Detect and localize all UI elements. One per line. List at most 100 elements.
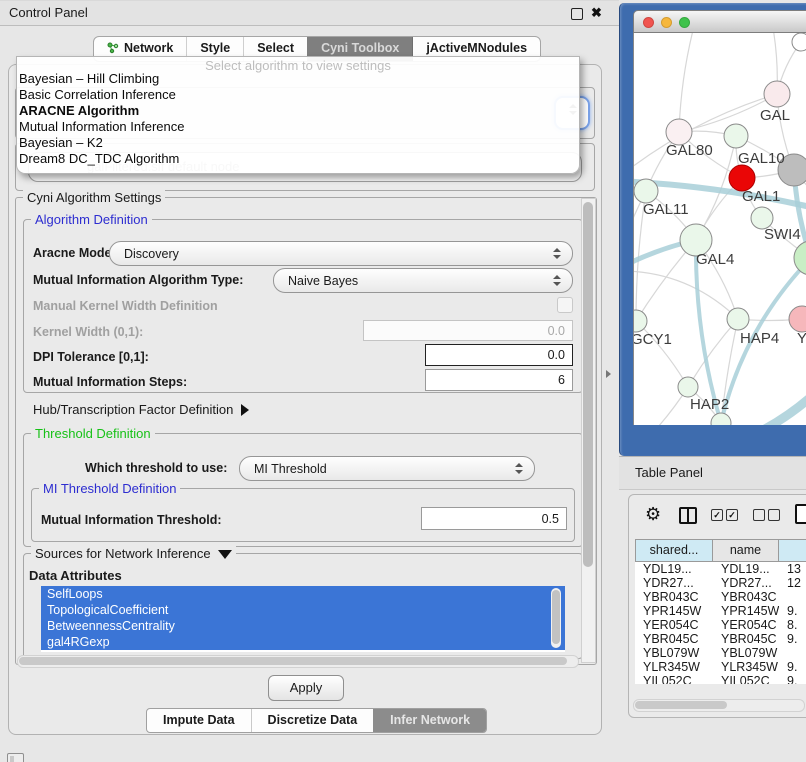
document-icon[interactable] (795, 504, 806, 524)
attribute-list-item[interactable]: TopologicalCoefficient (41, 602, 565, 618)
sources-title: Sources for Network Inference (35, 546, 211, 561)
table-cell: 9. (779, 674, 806, 684)
minimize-traffic-light-icon[interactable] (661, 17, 672, 28)
network-node-GCY1[interactable] (634, 310, 647, 332)
manual-kernel-checkbox[interactable] (557, 297, 573, 313)
split-view-icon[interactable] (679, 507, 697, 524)
close-traffic-light-icon[interactable] (643, 17, 654, 28)
algorithm-option[interactable]: ARACNE Algorithm (17, 103, 579, 119)
network-edge-highlighted[interactable] (731, 363, 806, 425)
table-cell: YBR045C (635, 632, 713, 646)
network-window-titlebar[interactable] (633, 10, 806, 33)
table-cell: YBR045C (713, 632, 779, 646)
corner-panel-icon[interactable] (7, 753, 24, 762)
network-edge[interactable] (634, 94, 777, 181)
mi-threshold-field[interactable]: 0.5 (421, 507, 567, 530)
apply-button-label: Apply (290, 680, 323, 695)
table-row[interactable]: YBR045CYBR045C9. (635, 632, 806, 646)
mi-type-label: Mutual Information Algorithm Type: (33, 273, 243, 287)
network-node[interactable] (794, 241, 806, 275)
algorithm-dropdown[interactable]: Select algorithm to view settings Bayesi… (16, 56, 580, 174)
network-canvas[interactable]: GALGAL80GAL10GAL1GAL11SWI4GAL4GCY1HAP4YH… (633, 33, 806, 425)
network-edge[interactable] (634, 271, 738, 319)
network-node-HAP4[interactable] (727, 308, 749, 330)
table-row[interactable]: YBR043CYBR043C (635, 590, 806, 604)
gear-icon[interactable]: ⚙ (645, 505, 661, 523)
node-table: shared...nameA YDL19...YDL19...13YDR27..… (635, 539, 806, 684)
tab-jactivemnodules-label: jActiveMNodules (426, 41, 527, 55)
network-node-Y[interactable] (789, 306, 806, 332)
algorithm-option[interactable]: Dream8 DC_TDC Algorithm (17, 151, 579, 167)
hub-definition-toggle[interactable]: Hub/Transcription Factor Definition (33, 402, 249, 417)
checkbox-checked-icon[interactable]: ✓ (711, 509, 723, 521)
collapsed-arrow-icon (241, 404, 249, 416)
network-node[interactable] (792, 33, 806, 51)
settings-vertical-scrollbar[interactable] (581, 198, 596, 663)
checkbox-checked-icon[interactable]: ✓ (726, 509, 738, 521)
table-column-header[interactable]: name (713, 539, 779, 562)
algorithm-option[interactable]: Mutual Information Inference (17, 119, 579, 135)
settings-horizontal-scrollbar[interactable] (17, 655, 579, 668)
aracne-mode-combo[interactable]: Discovery (109, 241, 573, 266)
cyni-bottom-tabs: Impute Data Discretize Data Infer Networ… (146, 708, 487, 733)
table-row[interactable]: YER054CYER054C8. (635, 618, 806, 632)
table-row[interactable]: YDR27...YDR27...12 (635, 576, 806, 590)
mi-steps-value: 6 (558, 373, 565, 387)
mi-steps-field[interactable]: 6 (425, 369, 573, 391)
tab-discretize-data[interactable]: Discretize Data (251, 709, 374, 732)
which-threshold-combo[interactable]: MI Threshold (239, 456, 535, 481)
network-node-GAL[interactable] (764, 81, 790, 107)
algorithm-option[interactable]: Bayesian – Hill Climbing (17, 71, 579, 87)
mi-threshold-group-title: MI Threshold Definition (39, 481, 180, 496)
aracne-mode-label: Aracne Mode: (33, 246, 116, 260)
table-horizontal-scrollbar[interactable] (633, 699, 805, 712)
algorithm-option[interactable]: Bayesian – K2 (17, 135, 579, 151)
spinner-icon (553, 248, 561, 261)
table-row[interactable]: YDL19...YDL19...13 (635, 562, 806, 576)
tab-discretize-data-label: Discretize Data (268, 713, 358, 727)
mi-type-combo[interactable]: Naive Bayes (273, 268, 573, 293)
tab-select-label: Select (257, 41, 294, 55)
table-panel-title: Table Panel (635, 457, 703, 489)
data-attributes-list[interactable]: SelfLoopsTopologicalCoefficientBetweenne… (41, 586, 565, 652)
table-cell: YER054C (713, 618, 779, 632)
network-node-GAL11[interactable] (634, 179, 658, 203)
tab-impute-data[interactable]: Impute Data (147, 709, 251, 732)
table-row[interactable]: YLR345WYLR345W9. (635, 660, 806, 674)
zoom-traffic-light-icon[interactable] (679, 17, 690, 28)
checkbox-unchecked-icon[interactable] (753, 509, 765, 521)
network-node-label: GAL4 (696, 251, 734, 268)
apply-button[interactable]: Apply (268, 675, 344, 701)
table-column-header[interactable]: A (779, 539, 806, 562)
table-panel-body: ⚙ ✓ ✓ shared...nameA YDL19...YDL19...13Y… (628, 494, 806, 718)
network-node-HAP2[interactable] (678, 377, 698, 397)
sources-toggle[interactable]: Sources for Network Inference (31, 546, 236, 561)
tab-infer-network[interactable]: Infer Network (373, 709, 486, 732)
attribute-list-scrollbar[interactable] (551, 588, 561, 648)
network-node[interactable] (711, 413, 731, 425)
table-cell: YIL052C (635, 674, 713, 684)
network-node-GAL10[interactable] (724, 124, 748, 148)
checkbox-unchecked-icon[interactable] (768, 509, 780, 521)
attribute-list-item[interactable]: BetweennessCentrality (41, 618, 565, 634)
splitter-arrow-icon[interactable] (606, 370, 611, 378)
table-column-header[interactable]: shared... (635, 539, 713, 562)
float-panel-icon[interactable] (571, 8, 583, 20)
table-header: shared...nameA (635, 539, 806, 562)
table-cell: YDL19... (713, 562, 779, 576)
network-node-label: HAP4 (740, 330, 779, 347)
cyni-settings-title: Cyni Algorithm Settings (23, 190, 165, 205)
network-edge[interactable] (679, 33, 699, 132)
mi-steps-label: Mutual Information Steps: (33, 375, 187, 389)
attribute-list-item[interactable]: gal4RGexp (41, 634, 565, 650)
algorithm-definition-title: Algorithm Definition (31, 212, 152, 227)
close-panel-icon[interactable]: ✖ (591, 1, 602, 25)
algorithm-option[interactable]: Basic Correlation Inference (17, 87, 579, 103)
table-row[interactable]: YPR145WYPR145W9. (635, 604, 806, 618)
attribute-list-item[interactable]: SelfLoops (41, 586, 565, 602)
kernel-width-field[interactable]: 0.0 (363, 320, 573, 341)
table-row[interactable]: YBL079WYBL079W (635, 646, 806, 660)
network-graph: GALGAL80GAL10GAL1GAL11SWI4GAL4GCY1HAP4YH… (634, 33, 806, 425)
dpi-tolerance-field[interactable]: 0.0 (425, 344, 573, 366)
table-row[interactable]: YIL052CYIL052C9. (635, 674, 806, 684)
